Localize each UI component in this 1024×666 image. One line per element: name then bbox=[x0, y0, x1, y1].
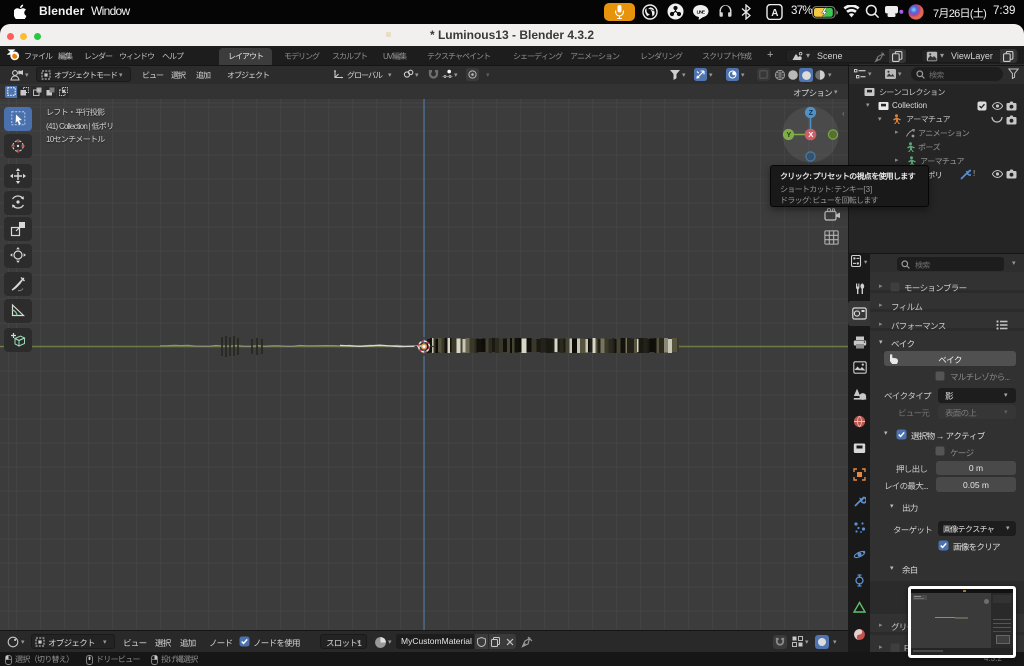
svg-text:X: X bbox=[808, 130, 813, 139]
svg-text:A: A bbox=[771, 8, 778, 19]
svg-text:LINE: LINE bbox=[697, 9, 705, 14]
